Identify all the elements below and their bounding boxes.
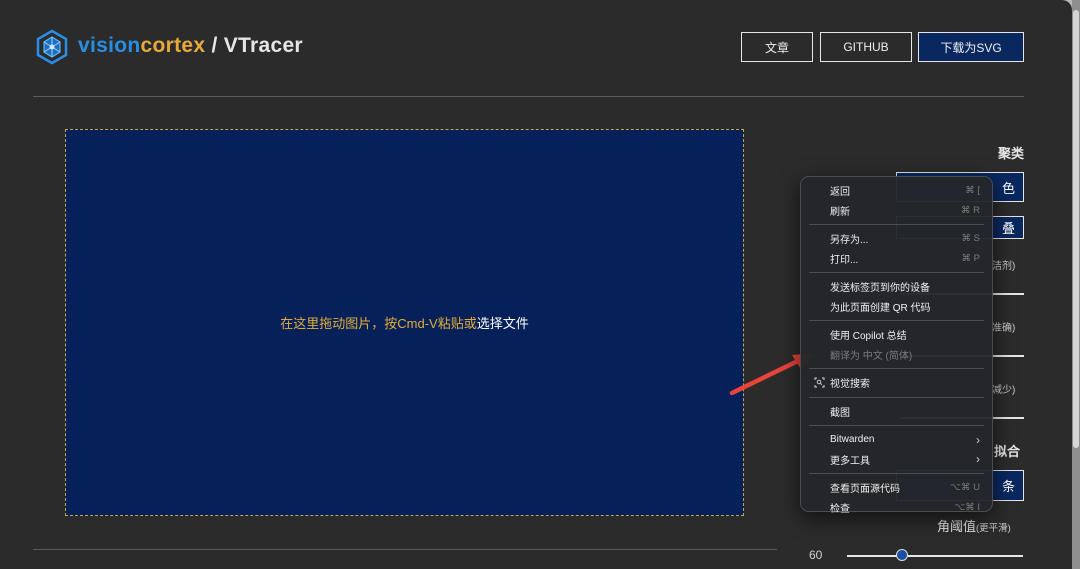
menu-separator (809, 272, 984, 273)
menu-item-label: Bitwarden (830, 434, 875, 446)
drop-zone-text: 在这里拖动图片，按Cmd-V粘贴或选择文件 (280, 313, 528, 332)
scrollbar-thumb[interactable] (1073, 10, 1079, 448)
menu-item-label: 更多工具 (830, 455, 870, 467)
menu-item-screenshot[interactable]: 截图 (801, 402, 992, 422)
curve-fitting-label: 拟合 (994, 444, 1021, 459)
color-precision-hint: 准确) (992, 323, 1016, 334)
menu-item-qr-code[interactable]: 为此页面创建 QR 代码 (801, 297, 992, 317)
menu-item-inspect[interactable]: 检查 ⌥⌘ I (801, 498, 992, 518)
chevron-right-icon: › (976, 452, 980, 467)
menu-separator (809, 320, 984, 321)
menu-item-label: 刷新 (830, 206, 850, 218)
corner-threshold-hint: (更平滑) (976, 523, 1011, 534)
menu-separator (809, 473, 984, 474)
corner-threshold-label: 角阈值(更平滑) (937, 516, 1011, 535)
menu-item-shortcut: ⌘ P (961, 252, 980, 264)
brand-cortex: cortex (140, 34, 206, 57)
menu-item-copilot-summary[interactable]: 使用 Copilot 总结 (801, 325, 992, 345)
choose-file-link[interactable]: 选择文件 (477, 316, 529, 331)
menu-item-label: 返回 (830, 187, 850, 199)
menu-item-back[interactable]: 返回 ⌘ [ (801, 181, 992, 201)
clustering-label: 聚类 (998, 146, 1025, 161)
menu-item-shortcut: ⌥⌘ I (954, 501, 980, 513)
menu-item-shortcut: ⌘ [ (965, 185, 980, 197)
brand-vtracer: / VTracer (205, 34, 303, 57)
visioncortex-logo-icon (36, 29, 68, 65)
menu-item-translate: 翻译为 中文 (简体) (801, 345, 992, 365)
chevron-right-icon: › (976, 432, 980, 447)
corner-threshold-value: 60 (809, 548, 823, 562)
menu-item-shortcut: ⌘ S (961, 233, 980, 245)
brand-title[interactable]: visioncortex / VTracer (78, 34, 303, 58)
menu-item-shortcut: ⌥⌘ U (950, 482, 980, 494)
corner-threshold-slider-handle[interactable] (895, 549, 908, 561)
articles-button[interactable]: 文章 (741, 32, 813, 62)
menu-item-refresh[interactable]: 刷新 ⌘ R (801, 201, 992, 221)
menu-item-label: 打印... (830, 254, 859, 266)
menu-item-bitwarden[interactable]: Bitwarden › (801, 430, 992, 450)
menu-item-label: 使用 Copilot 总结 (830, 331, 907, 343)
menu-item-label: 为此页面创建 QR 代码 (830, 302, 931, 314)
menu-item-more-tools[interactable]: 更多工具 › (801, 450, 992, 470)
menu-item-label: 截图 (830, 407, 850, 419)
context-menu: 返回 ⌘ [ 刷新 ⌘ R 另存为... ⌘ S 打印... ⌘ P 发送标签页… (800, 176, 993, 515)
github-button[interactable]: GITHUB (820, 32, 912, 62)
menu-separator (809, 368, 984, 369)
menu-item-save-as[interactable]: 另存为... ⌘ S (801, 229, 992, 249)
brand-vision: vision (78, 34, 141, 57)
window-scrollbar[interactable] (1072, 0, 1080, 569)
menu-separator (809, 425, 984, 426)
menu-item-label: 发送标签页到你的设备 (830, 283, 930, 295)
drop-instruction: 在这里拖动图片，按Cmd-V粘贴或 (280, 316, 477, 331)
menu-item-label: 视觉搜索 (830, 379, 870, 391)
menu-item-label: 检查 (830, 503, 850, 515)
menu-item-send-tab[interactable]: 发送标签页到你的设备 (801, 277, 992, 297)
menu-separator (809, 396, 984, 398)
filter-speckle-hint: 洁剂) (992, 261, 1016, 272)
corner-threshold-slider[interactable] (847, 555, 1023, 557)
menu-item-print[interactable]: 打印... ⌘ P (801, 249, 992, 269)
visual-search-icon (814, 377, 825, 388)
menu-separator (809, 224, 984, 225)
header-divider (33, 96, 1024, 97)
image-drop-zone[interactable]: 在这里拖动图片，按Cmd-V粘贴或选择文件 (65, 129, 744, 516)
browser-window: visioncortex / VTracer 文章 GITHUB 下载为SVG … (0, 0, 1072, 569)
menu-item-label: 另存为... (830, 235, 869, 247)
footer-divider (33, 549, 777, 550)
menu-item-visual-search[interactable]: 视觉搜索 (801, 373, 992, 393)
download-svg-button[interactable]: 下载为SVG (918, 32, 1024, 62)
menu-item-label: 翻译为 中文 (简体) (830, 350, 913, 362)
menu-item-label: 查看页面源代码 (830, 484, 900, 496)
gradient-step-hint: 减少) (992, 385, 1016, 396)
menu-item-view-source[interactable]: 查看页面源代码 ⌥⌘ U (801, 478, 992, 498)
menu-item-shortcut: ⌘ R (961, 204, 980, 216)
corner-threshold-text: 角阈值 (937, 519, 977, 534)
